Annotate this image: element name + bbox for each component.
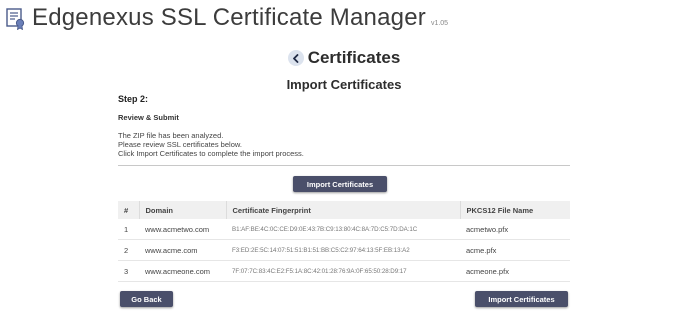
app-header: Edgenexus SSL Certificate Manager v1.05 <box>6 4 448 32</box>
column-header-fingerprint: Certificate Fingerprint <box>226 201 461 219</box>
import-certificates-submit-button[interactable]: Import Certificates <box>475 291 568 307</box>
row-file-name: acmetwo.pfx <box>466 224 509 234</box>
row-number: 2 <box>124 245 129 255</box>
page-header: Certificates <box>0 48 688 68</box>
step-label: Step 2: <box>118 94 149 104</box>
table-header-row: # Domain Certificate Fingerprint PKCS12 … <box>118 201 570 219</box>
info-line: Click Import Certificates to complete th… <box>118 149 304 158</box>
info-line: Please review SSL certificates below. <box>118 140 242 149</box>
chevron-left-icon <box>292 53 299 63</box>
info-line: The ZIP file has been analyzed. <box>118 131 224 140</box>
certificate-icon <box>6 8 25 30</box>
page-title: Certificates <box>307 48 401 67</box>
row-domain: www.acmetwo.com <box>145 224 210 234</box>
section-heading: Review & Submit <box>118 113 179 122</box>
certificates-table: # Domain Certificate Fingerprint PKCS12 … <box>118 201 570 282</box>
column-header-domain: Domain <box>139 201 227 219</box>
column-header-file-name: PKCS12 File Name <box>460 201 570 219</box>
column-header-number: # <box>118 201 140 219</box>
row-domain: www.acme.com <box>145 245 198 255</box>
divider <box>118 165 570 166</box>
back-button[interactable] <box>287 50 304 66</box>
row-number: 1 <box>124 224 129 234</box>
table-row: 2 www.acme.com F3:ED:2E:5C:14:07:51:51:B… <box>118 240 570 261</box>
app-version: v1.05 <box>430 20 449 27</box>
row-file-name: acmeone.pfx <box>466 266 509 276</box>
row-fingerprint: F3:ED:2E:5C:14:07:51:51:B1:51:BB:C5:C2:9… <box>232 246 410 254</box>
row-number: 3 <box>124 266 129 276</box>
import-certificates-button[interactable]: Import Certificates <box>293 176 387 192</box>
table-row: 1 www.acmetwo.com B1:AF:BE:4C:0C:CE:D9:0… <box>118 219 570 240</box>
page-subtitle: Import Certificates <box>286 77 402 92</box>
table-row: 3 www.acmeone.com 7F:07:7C:83:4C:E2:F5:1… <box>118 261 570 282</box>
row-domain: www.acmeone.com <box>145 266 211 276</box>
info-text: The ZIP file has been analyzed. Please r… <box>118 131 304 158</box>
go-back-button[interactable]: Go Back <box>120 291 173 307</box>
row-fingerprint: 7F:07:7C:83:4C:E2:F5:1A:8C:42:01:28:76:9… <box>232 267 407 275</box>
app-title: Edgenexus SSL Certificate Manager <box>32 4 426 31</box>
row-file-name: acme.pfx <box>466 245 497 255</box>
row-fingerprint: B1:AF:BE:4C:0C:CE:D9:0E:43:7B:C9:13:80:4… <box>232 225 418 233</box>
